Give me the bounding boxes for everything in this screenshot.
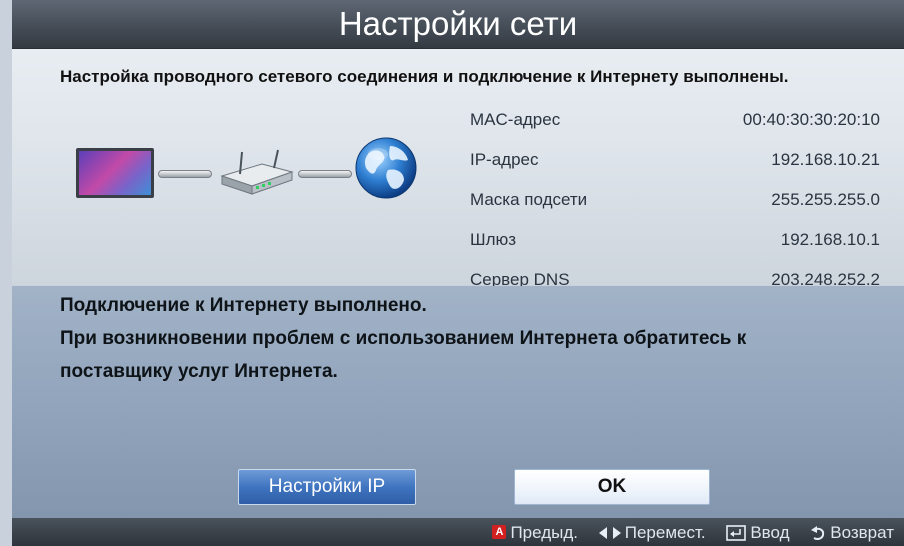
cable-icon	[298, 170, 352, 178]
message-line: При возникновении проблем с использовани…	[60, 328, 747, 349]
connection-diagram	[76, 137, 417, 210]
hint-enter: Ввод	[726, 521, 790, 545]
network-info-table: MAC-адрес 00:40:30:30:20:10 IP-адрес 192…	[470, 102, 880, 302]
cable-icon	[158, 170, 212, 178]
return-arrow-icon	[811, 526, 825, 541]
ok-button[interactable]: OK	[514, 469, 710, 505]
info-row-ip: IP-адрес 192.168.10.21	[470, 142, 880, 182]
info-value: 00:40:30:30:20:10	[742, 110, 880, 129]
hint-back: Возврат	[810, 521, 894, 545]
hint-label: Ввод	[750, 522, 790, 542]
info-value: 192.168.10.1	[780, 230, 880, 249]
info-label: MAC-адрес	[470, 110, 561, 129]
status-message: Подключение к Интернету выполнено. При в…	[60, 289, 880, 388]
status-headline: Настройка проводного сетевого соединения…	[60, 67, 789, 86]
info-row-subnet: Маска подсети 255.255.255.0	[470, 182, 880, 222]
window-title: Настройки сети	[12, 0, 904, 49]
info-row-mac: MAC-адрес 00:40:30:30:20:10	[470, 102, 880, 142]
hint-label: Предыд.	[510, 522, 578, 542]
info-label: IP-адрес	[470, 150, 539, 169]
info-value: 255.255.255.0	[771, 190, 880, 209]
message-line: поставщику услуг Интернета.	[60, 361, 338, 382]
left-right-arrows-icon	[598, 527, 621, 540]
router-icon	[220, 149, 294, 195]
hint-label: Возврат	[830, 522, 894, 542]
globe-icon	[355, 137, 417, 199]
remote-hints: A Предыд. Перемест. Ввод Возврат	[476, 520, 894, 544]
red-a-key-icon: A	[492, 525, 507, 540]
info-row-gateway: Шлюз 192.168.10.1	[470, 222, 880, 262]
hint-move: Перемест.	[598, 521, 706, 545]
enter-icon	[726, 525, 747, 541]
message-line: Подключение к Интернету выполнено.	[60, 295, 427, 316]
info-label: Шлюз	[470, 230, 517, 249]
ip-settings-button[interactable]: Настройки IP	[238, 469, 416, 505]
tv-icon	[76, 148, 154, 198]
info-value: 192.168.10.21	[771, 150, 880, 169]
hint-prev: A Предыд.	[492, 521, 578, 545]
hint-label: Перемест.	[624, 522, 706, 542]
info-label: Маска подсети	[470, 190, 588, 209]
